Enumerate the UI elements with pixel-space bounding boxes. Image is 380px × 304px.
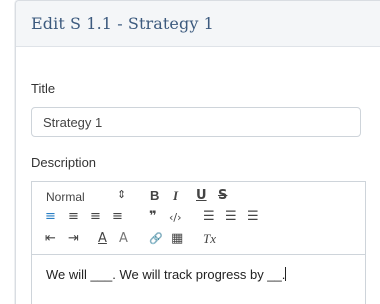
text-caret — [285, 267, 287, 281]
highlight-color-icon[interactable]: A — [119, 232, 128, 246]
text-color-icon[interactable]: A — [98, 232, 107, 246]
title-label: Title — [31, 81, 56, 96]
description-label: Description — [31, 155, 97, 170]
ordered-list-icon[interactable]: ☰ — [203, 210, 215, 224]
editor-text: We will ___. We will track progress by _… — [46, 267, 286, 282]
align-justify-icon[interactable]: ≡ — [112, 210, 123, 224]
edit-strategy-panel: Edit S 1.1 - Strategy 1 Title Descriptio… — [15, 0, 380, 304]
code-block-icon[interactable]: ‹/› — [169, 211, 182, 225]
panel-title: Edit S 1.1 - Strategy 1 — [31, 14, 214, 33]
image-icon[interactable]: ▦ — [171, 232, 183, 246]
rich-text-editor: Normal ⇕ B I U S ≡ ≡ ≡ ≡ ❞ ‹/› ☰ ☰ ☰ ⇤ ⇥… — [31, 181, 366, 304]
align-left-icon[interactable]: ≡ — [45, 210, 56, 224]
outdent-icon[interactable]: ⇤ — [45, 232, 56, 246]
bold-button[interactable]: B — [150, 189, 159, 203]
panel-header: Edit S 1.1 - Strategy 1 — [16, 1, 380, 47]
align-right-icon[interactable]: ≡ — [90, 210, 101, 224]
clear-format-icon[interactable]: Tx — [203, 232, 216, 246]
select-arrows-icon: ⇕ — [117, 188, 127, 201]
italic-button[interactable]: I — [173, 189, 178, 203]
align-center-icon[interactable]: ≡ — [68, 210, 79, 224]
header-format-select[interactable]: Normal — [46, 190, 85, 204]
blockquote-icon[interactable]: ❞ — [149, 210, 157, 224]
editor-content[interactable]: We will ___. We will track progress by _… — [32, 255, 365, 294]
editor-toolbar: Normal ⇕ B I U S ≡ ≡ ≡ ≡ ❞ ‹/› ☰ ☰ ☰ ⇤ ⇥… — [32, 182, 365, 255]
underline-button[interactable]: U — [196, 189, 207, 203]
indent-icon[interactable]: ⇥ — [68, 232, 79, 246]
strike-button[interactable]: S — [218, 189, 227, 203]
title-input[interactable] — [31, 107, 361, 137]
bullet-list-icon[interactable]: ☰ — [225, 210, 237, 224]
link-icon[interactable]: 🔗 — [149, 232, 163, 246]
check-list-icon[interactable]: ☰ — [247, 210, 259, 224]
